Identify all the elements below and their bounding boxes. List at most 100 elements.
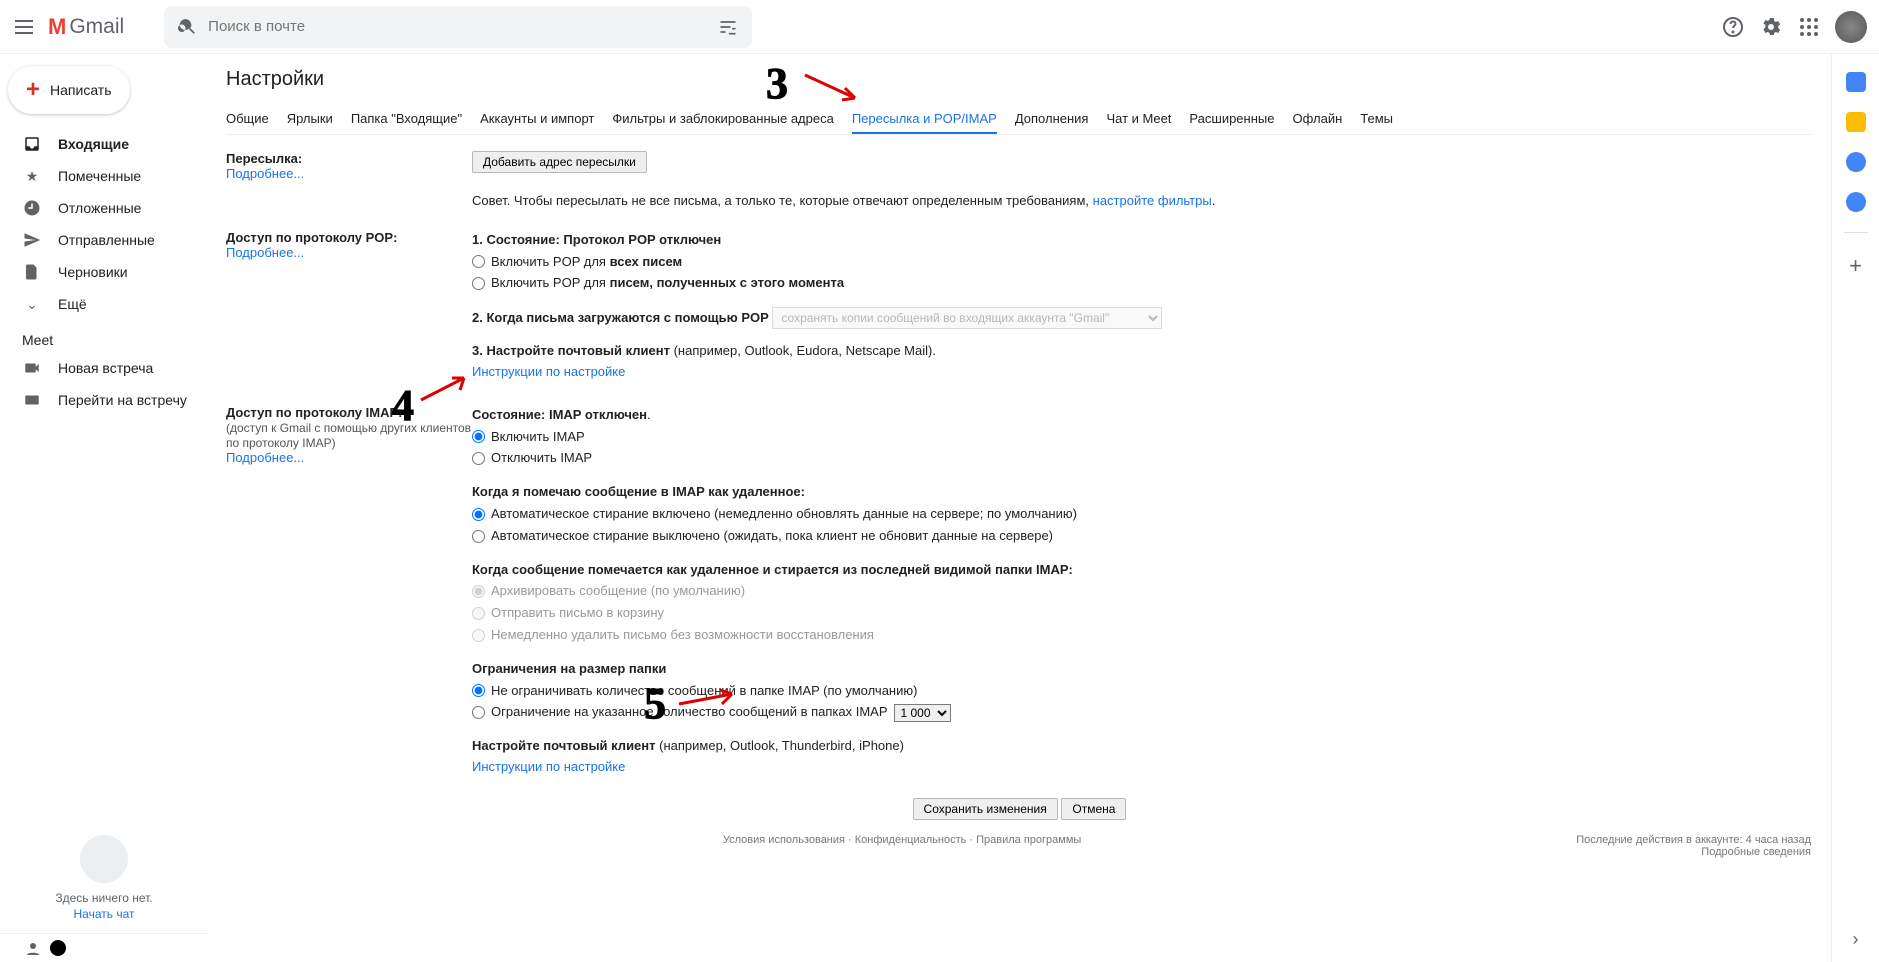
sidebar-item-label: Отправленные: [58, 232, 155, 248]
sidebar: + Написать Входящие ★Помеченные Отложенн…: [0, 54, 208, 962]
pop-action-select: сохранять копии сообщений во входящих ак…: [772, 307, 1162, 329]
header: M Gmail: [0, 0, 1879, 54]
file-icon: [22, 262, 42, 282]
fwd-more-link[interactable]: Подробнее...: [226, 166, 304, 181]
pop-r1-pre: Включить POP для: [491, 254, 610, 269]
sidebar-item-inbox[interactable]: Входящие: [0, 128, 208, 160]
setup-filters-link[interactable]: настройте фильтры: [1093, 193, 1212, 208]
sidebar-item-more[interactable]: ⌄Ещё: [0, 288, 208, 320]
sidebar-item-snoozed[interactable]: Отложенные: [0, 192, 208, 224]
gmail-m-icon: M: [48, 14, 65, 40]
imap-del-r1: Автоматическое стирание включено (немедл…: [491, 504, 1077, 525]
compose-label: Написать: [50, 82, 111, 98]
imap-sub: (доступ к Gmail с помощью других клиенто…: [226, 421, 471, 450]
plus-icon: +: [26, 78, 40, 102]
imap-disable-radio[interactable]: [472, 452, 485, 465]
pop-s2-label: 2. Когда письма загружаются с помощью PO…: [472, 310, 769, 325]
sidebar-item-label: Перейти на встречу: [58, 392, 187, 408]
cancel-button[interactable]: Отмена: [1061, 798, 1126, 820]
imap-del-header: Когда я помечаю сообщение в IMAP как уда…: [472, 484, 805, 499]
imap-erase-header: Когда сообщение помечается как удаленное…: [472, 562, 1073, 577]
activity-details-link[interactable]: Подробные сведения: [1701, 846, 1811, 858]
imap-disable-label: Отключить IMAP: [491, 448, 592, 469]
tab-9[interactable]: Офлайн: [1292, 105, 1342, 134]
header-actions: [1721, 11, 1867, 43]
sidebar-item-starred[interactable]: ★Помеченные: [0, 160, 208, 192]
video-icon: [22, 358, 42, 378]
hangouts-empty: Здесь ничего нет.: [55, 891, 152, 905]
send-icon: [22, 230, 42, 250]
help-icon[interactable]: [1721, 15, 1745, 39]
sidebar-item-label: Ещё: [58, 296, 87, 312]
tab-1[interactable]: Ярлыки: [287, 105, 333, 134]
tab-6[interactable]: Дополнения: [1015, 105, 1089, 134]
hangouts-dot-icon[interactable]: [50, 940, 66, 956]
imap-enable-label: Включить IMAP: [491, 427, 585, 448]
collapse-panel-icon[interactable]: ›: [1853, 929, 1859, 950]
add-forward-button[interactable]: Добавить адрес пересылки: [472, 151, 647, 173]
imap-more-link[interactable]: Подробнее...: [226, 450, 304, 465]
imap-limit-header: Ограничения на размер папки: [472, 661, 666, 676]
add-addon-icon[interactable]: +: [1849, 253, 1862, 279]
imap-unlimited-radio[interactable]: [472, 684, 485, 697]
tab-0[interactable]: Общие: [226, 105, 269, 134]
tab-4[interactable]: Фильтры и заблокированные адреса: [612, 105, 833, 134]
imap-limit-radio[interactable]: [472, 706, 485, 719]
footer-policies[interactable]: Условия использования · Конфиденциальнос…: [723, 834, 1081, 858]
fwd-label: Пересылка:: [226, 151, 302, 166]
imap-era-r3: Немедленно удалить письмо без возможност…: [491, 625, 874, 646]
tab-8[interactable]: Расширенные: [1189, 105, 1274, 134]
menu-icon[interactable]: [12, 15, 36, 39]
search-options-icon[interactable]: [718, 17, 738, 37]
calendar-icon[interactable]: [1846, 72, 1866, 92]
tasks-icon[interactable]: [1846, 152, 1866, 172]
save-button[interactable]: Сохранить изменения: [913, 798, 1058, 820]
imap-autoexpunge-off-radio[interactable]: [472, 530, 485, 543]
imap-limit-select[interactable]: 1 000: [894, 704, 951, 722]
pop-enable-all-radio[interactable]: [472, 255, 485, 268]
search-input[interactable]: [208, 18, 708, 35]
inbox-icon: [22, 134, 42, 154]
imap-lim-r1: Не ограничивать количество сообщений в п…: [491, 681, 917, 702]
pop-instructions-link[interactable]: Инструкции по настройке: [472, 364, 625, 379]
side-panel: + ›: [1831, 54, 1879, 962]
tab-3[interactable]: Аккаунты и импорт: [480, 105, 594, 134]
gmail-logo[interactable]: M Gmail: [48, 14, 124, 40]
tab-7[interactable]: Чат и Meet: [1106, 105, 1171, 134]
imap-enable-radio[interactable]: [472, 430, 485, 443]
account-avatar[interactable]: [1835, 11, 1867, 43]
search-icon: [178, 17, 198, 37]
pop-r2-b: писем, полученных с этого момента: [610, 275, 844, 290]
pop-enable-now-radio[interactable]: [472, 277, 485, 290]
sidebar-item-drafts[interactable]: Черновики: [0, 256, 208, 288]
tab-2[interactable]: Папка "Входящие": [351, 105, 462, 134]
imap-trash-radio: [472, 607, 485, 620]
imap-lim-r2: Ограничение на указанное количество сооб…: [491, 702, 888, 723]
pop-r2-pre: Включить POP для: [491, 275, 610, 290]
person-icon[interactable]: [24, 940, 42, 958]
settings-icon[interactable]: [1759, 15, 1783, 39]
tab-10[interactable]: Темы: [1360, 105, 1393, 134]
apps-icon[interactable]: [1797, 15, 1821, 39]
tab-5[interactable]: Пересылка и POP/IMAP: [852, 105, 997, 134]
contacts-icon[interactable]: [1846, 192, 1866, 212]
hangouts-section: Здесь ничего нет. Начать чат: [0, 823, 208, 933]
compose-button[interactable]: + Написать: [8, 66, 130, 114]
start-chat-link[interactable]: Начать чат: [12, 907, 196, 921]
sidebar-item-new-meeting[interactable]: Новая встреча: [0, 352, 208, 384]
imap-instructions-link[interactable]: Инструкции по настройке: [472, 759, 625, 774]
pop-s3-t: (например, Outlook, Eudora, Netscape Mai…: [670, 343, 936, 358]
logo-text: Gmail: [69, 15, 124, 39]
main-content: Настройки ОбщиеЯрлыкиПапка "Входящие"Акк…: [208, 54, 1831, 962]
sidebar-item-sent[interactable]: Отправленные: [0, 224, 208, 256]
pop-status: 1. Состояние: Протокол POP отключен: [472, 232, 721, 247]
pop-label: Доступ по протоколу POP:: [226, 230, 397, 245]
clock-icon: [22, 198, 42, 218]
pop-more-link[interactable]: Подробнее...: [226, 245, 304, 260]
sidebar-item-join-meeting[interactable]: Перейти на встречу: [0, 384, 208, 416]
fwd-tip-post: .: [1212, 193, 1216, 208]
search-bar[interactable]: [164, 6, 752, 48]
keyboard-icon: [22, 390, 42, 410]
keep-icon[interactable]: [1846, 112, 1866, 132]
imap-autoexpunge-on-radio[interactable]: [472, 508, 485, 521]
